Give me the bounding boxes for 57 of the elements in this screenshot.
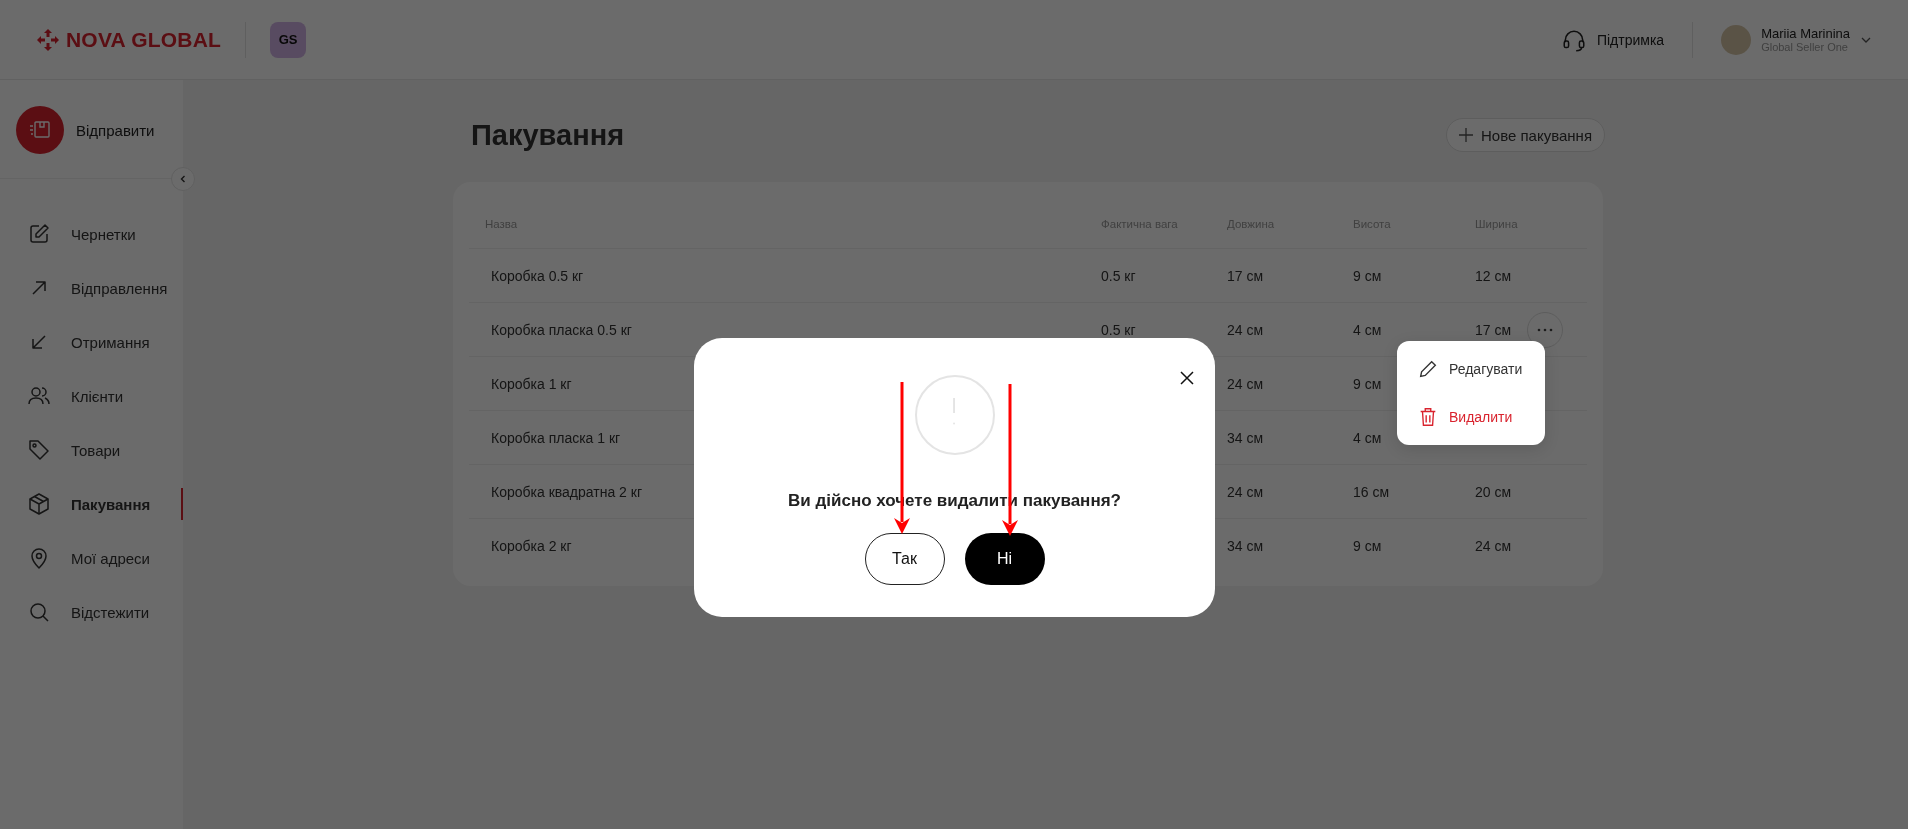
sidebar-item[interactable]: Відстежити xyxy=(0,585,183,639)
sidebar-item[interactable]: Відправлення xyxy=(0,261,183,315)
table-cell: 24 см xyxy=(1227,483,1264,500)
table-cell: 24 см xyxy=(1227,321,1264,338)
pencil-icon xyxy=(1417,358,1439,380)
table-cell: Коробка пласка 0.5 кг xyxy=(491,321,632,338)
table-cell: 34 см xyxy=(1227,429,1264,446)
sidebar-item[interactable]: Пакування xyxy=(0,477,183,531)
table-cell: 12 см xyxy=(1475,267,1512,284)
more-button[interactable] xyxy=(1527,311,1563,348)
logo-icon xyxy=(36,27,60,52)
close-icon[interactable] xyxy=(1179,370,1195,386)
yes-button[interactable]: Так xyxy=(864,533,945,585)
send-icon[interactable] xyxy=(16,106,64,154)
new-packaging-button[interactable]: Нове пакування xyxy=(1446,118,1605,152)
user-name[interactable]: Mariia Marinina xyxy=(1761,26,1850,41)
app-badge[interactable]: GS xyxy=(270,21,307,58)
chevron-left-icon xyxy=(178,174,188,184)
table-cell: Коробка 1 кг xyxy=(491,375,572,392)
warning-icon xyxy=(914,375,995,455)
logo-text: NOVA GLOBAL xyxy=(66,27,222,52)
sidebar-item[interactable]: Чернетки xyxy=(0,207,183,261)
table-cell: 9 см xyxy=(1353,537,1382,554)
table-cell: 9 см xyxy=(1353,375,1382,392)
menu-item[interactable]: Видалити xyxy=(1397,393,1545,441)
table-cell: 0.5 кг xyxy=(1101,267,1136,284)
sidebar-item[interactable]: Мої адреси xyxy=(0,531,183,585)
page-title: Пакування xyxy=(471,118,625,152)
collapse-button[interactable] xyxy=(171,167,195,191)
no-button[interactable]: Ні xyxy=(964,533,1045,585)
table-cell: Коробка квадратна 2 кг xyxy=(491,483,642,500)
table-cell: 16 см xyxy=(1353,483,1390,500)
table-cell: 24 см xyxy=(1227,375,1264,392)
sidebar-item[interactable]: Клієнти xyxy=(0,369,183,423)
sidebar-item[interactable]: Отримання xyxy=(0,315,183,369)
box-icon xyxy=(27,492,51,516)
edit-icon xyxy=(27,222,51,246)
support-link[interactable]: Підтримка xyxy=(1596,31,1665,48)
table-cell: 34 см xyxy=(1227,537,1264,554)
table-cell: 4 см xyxy=(1353,429,1382,446)
table-cell: 9 см xyxy=(1353,267,1382,284)
table-cell: 17 см xyxy=(1227,267,1264,284)
table-cell: Коробка 0.5 кг xyxy=(491,267,584,284)
tag-icon xyxy=(27,438,51,462)
table-cell: Коробка пласка 1 кг xyxy=(491,429,621,446)
table-cell: Коробка 2 кг xyxy=(491,537,572,554)
send-button[interactable]: Відправити xyxy=(76,121,155,139)
dots-icon xyxy=(1537,327,1553,332)
sidebar-item[interactable]: Товари xyxy=(0,423,183,477)
table-cell: 4 см xyxy=(1353,321,1382,338)
table-cell: 0.5 кг xyxy=(1101,321,1136,338)
plus-icon xyxy=(1457,126,1475,144)
table-cell: 24 см xyxy=(1475,537,1512,554)
table-cell: 20 см xyxy=(1475,483,1512,500)
menu-item[interactable]: Редагувати xyxy=(1397,345,1545,393)
table-cell: 17 см xyxy=(1475,321,1512,338)
search-icon xyxy=(27,600,51,624)
